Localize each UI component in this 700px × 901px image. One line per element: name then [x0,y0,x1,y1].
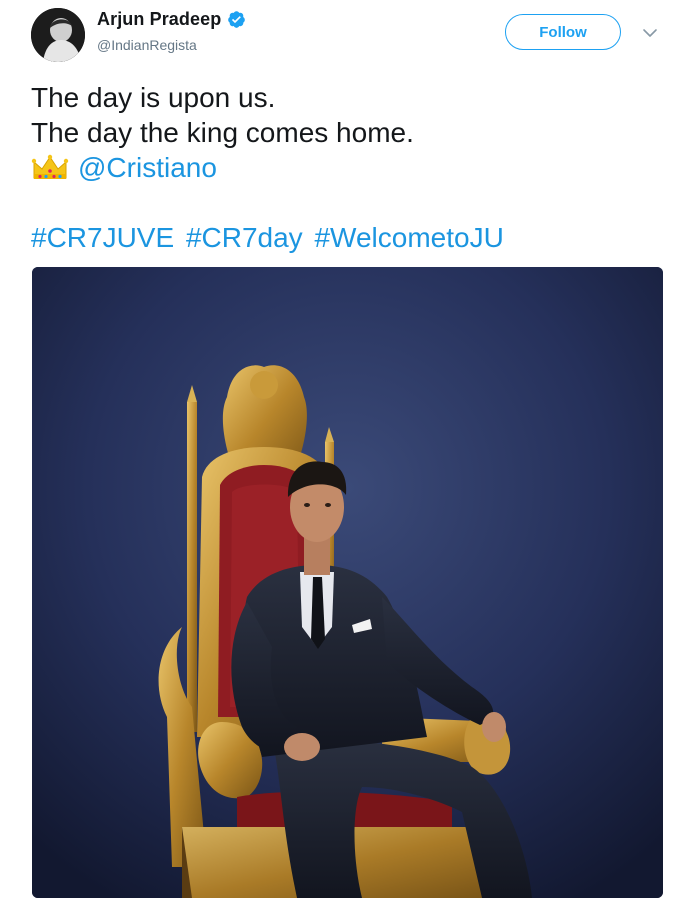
tweet-card: Arjun Pradeep @IndianRegista Follow The … [0,0,700,901]
hashtag-link[interactable]: #CR7day [186,222,303,253]
tweet-text: The day is upon us. The day the king com… [31,80,671,185]
author-handle[interactable]: @IndianRegista [97,37,197,53]
author-name-row[interactable]: Arjun Pradeep [97,9,246,30]
hashtag-row: #CR7JUVE #CR7day #WelcometoJU [31,220,508,255]
follow-button[interactable]: Follow [505,14,621,50]
mention-link[interactable]: @Cristiano [78,150,217,185]
avatar-image [31,8,85,62]
photo-man-on-throne [32,267,663,898]
hashtag-link[interactable]: #CR7JUVE [31,222,174,253]
verified-badge-icon [228,11,246,28]
hashtag-link[interactable]: #WelcometoJU [314,222,503,253]
chevron-down-icon[interactable] [642,26,658,40]
tweet-photo[interactable] [32,267,663,898]
tweet-line-2: The day the king comes home. [31,117,414,148]
avatar[interactable] [31,8,85,62]
tweet-line-3: @Cristiano [31,150,671,185]
crown-icon [31,154,69,179]
display-name[interactable]: Arjun Pradeep [97,9,221,30]
tweet-line-1: The day is upon us. [31,82,276,113]
